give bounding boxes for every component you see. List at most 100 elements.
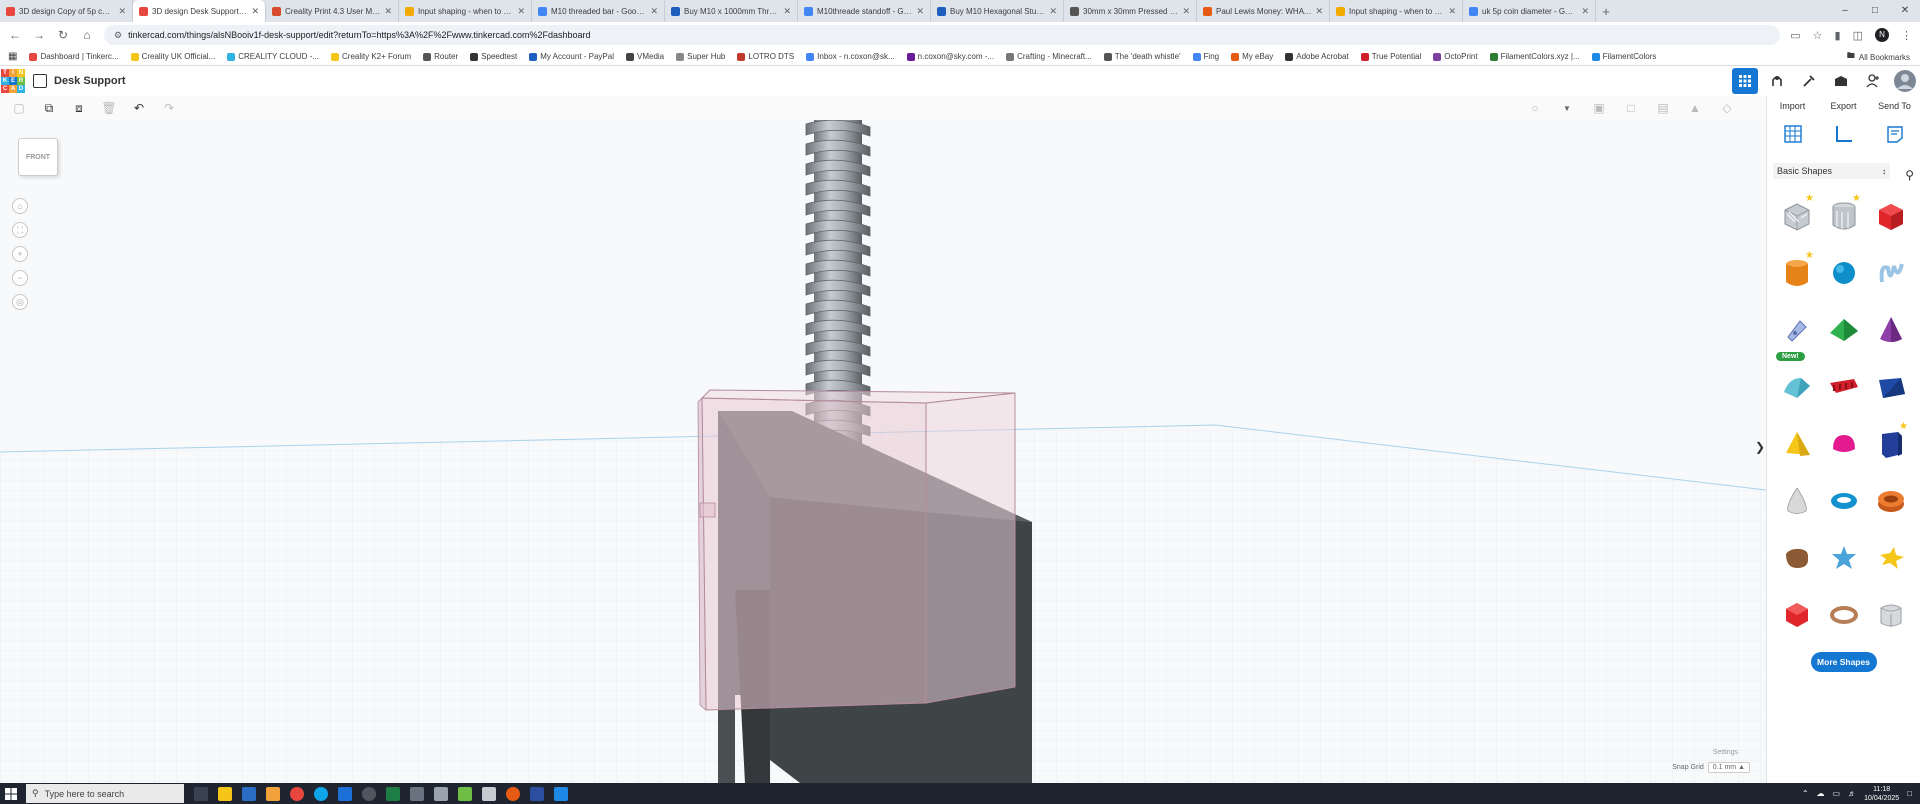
shape-sphere[interactable] [1820, 254, 1867, 292]
workplane-icon[interactable] [1778, 121, 1808, 147]
task-view-icon[interactable] [194, 786, 208, 801]
new-tab-icon[interactable]: + [1596, 4, 1616, 19]
tab-close-icon[interactable]: ✕ [251, 6, 259, 17]
app-icon-green[interactable] [458, 786, 472, 801]
bookmark-item[interactable]: Creality K2+ Forum [331, 52, 411, 61]
tab-close-icon[interactable]: ✕ [1581, 6, 1589, 17]
browser-tab[interactable]: Input shaping - when to redo ✕ [1330, 0, 1463, 22]
shape-ring[interactable] [1820, 596, 1867, 634]
tab-close-icon[interactable]: ✕ [1182, 6, 1190, 17]
shape-rock[interactable] [1773, 539, 1820, 577]
app-icon-dark[interactable] [362, 786, 376, 801]
bookmark-star-icon[interactable]: ☆ [1813, 29, 1823, 42]
dropdown-chevron-icon[interactable]: ▼ [1558, 99, 1576, 117]
bookmark-item[interactable]: VMedia [626, 52, 664, 61]
bookmark-item[interactable]: Router [423, 52, 458, 61]
notes-icon[interactable] [1880, 121, 1910, 147]
browser-tab[interactable]: Paul Lewis Money: WHAT A STI ✕ [1197, 0, 1330, 22]
tab-close-icon[interactable]: ✕ [916, 6, 924, 17]
tray-cloud-icon[interactable]: ☁ [1817, 789, 1825, 798]
cast-icon[interactable]: ▭ [1790, 29, 1800, 42]
home-view-icon[interactable]: ⌂ [12, 198, 28, 214]
tab-close-icon[interactable]: ✕ [650, 6, 658, 17]
bookmark-item[interactable]: My Account - PayPal [529, 52, 614, 61]
back-icon[interactable]: ← [8, 28, 22, 42]
gallery-icon[interactable] [1828, 68, 1854, 94]
perspective-icon[interactable]: ◎ [12, 294, 28, 310]
reload-icon[interactable]: ↻ [56, 28, 70, 42]
bookmark-item[interactable]: CREALITY CLOUD -... [227, 52, 319, 61]
url-field[interactable]: ⚙ tinkercad.com/things/alsNBooiv1f-desk-… [104, 25, 1781, 45]
duplicate-icon[interactable]: ⧈ [70, 99, 88, 117]
send-to-button[interactable]: Send To [1873, 101, 1917, 111]
snap-grid-value[interactable]: 0.1 mm ▲ [1707, 762, 1750, 773]
settings-link[interactable]: Settings [1713, 749, 1738, 756]
group-icon[interactable]: ▣ [1590, 99, 1608, 117]
new-shape-icon[interactable]: ▢ [10, 99, 28, 117]
taskbar-search[interactable]: ⚲ Type here to search [26, 784, 184, 803]
app-icon-edit[interactable] [530, 786, 544, 801]
windows-start-icon[interactable] [0, 783, 22, 804]
bookmark-item[interactable]: FilamentColors [1591, 52, 1656, 61]
shape-polygon[interactable]: ★ [1867, 421, 1914, 463]
shape-roof[interactable] [1820, 311, 1867, 349]
bookmark-item[interactable]: Crafting - Minecraft... [1006, 52, 1092, 61]
apps-icon[interactable]: ▦ [8, 51, 17, 62]
app-icon-c[interactable] [338, 786, 352, 801]
add-user-icon[interactable] [1860, 68, 1886, 94]
browser-tab[interactable]: 30mm x 30mm Pressed Steel C ✕ [1064, 0, 1197, 22]
file-explorer-icon[interactable] [218, 786, 232, 801]
shape-round-roof[interactable] [1773, 368, 1820, 406]
shape-box-hole[interactable]: ★ [1773, 193, 1820, 235]
align-icon[interactable]: ▤ [1654, 99, 1672, 117]
store-icon[interactable] [266, 786, 280, 801]
calculator-icon[interactable] [410, 786, 424, 801]
shape-half-sphere[interactable] [1820, 425, 1867, 463]
menu-icon[interactable]: ⋮ [1901, 29, 1912, 42]
design-title[interactable]: Desk Support [54, 75, 126, 87]
import-button[interactable]: Import [1771, 101, 1815, 111]
grid-view-icon[interactable] [1732, 68, 1758, 94]
bookmark-item[interactable]: FilamentColors.xyz |... [1489, 52, 1580, 61]
app-icon-up[interactable] [482, 786, 496, 801]
snap-grid[interactable]: Snap Grid 0.1 mm ▲ [1672, 762, 1750, 773]
profile-avatar[interactable]: N [1875, 28, 1889, 42]
excel-icon[interactable] [386, 786, 400, 801]
bookmark-item[interactable]: Fing [1192, 52, 1219, 61]
app-icon-blue[interactable] [554, 786, 568, 801]
shape-star[interactable] [1820, 539, 1867, 577]
forward-icon[interactable]: → [32, 28, 46, 42]
shape-torus[interactable] [1820, 482, 1867, 520]
more-shapes-button[interactable]: More Shapes [1810, 652, 1877, 672]
browser-tab[interactable]: Buy M10 Hexagonal Stud Conn ✕ [931, 0, 1064, 22]
shape-sketch-new[interactable]: New! [1773, 311, 1820, 361]
workplane-viewport[interactable]: FRONT ⌂ ⛶ + − ◎ Settings Snap Grid 0.1 m… [0, 120, 1766, 783]
redo-icon[interactable]: ↷ [160, 99, 178, 117]
shape-scribble[interactable] [1867, 254, 1914, 292]
shape-wedge[interactable] [1867, 368, 1914, 406]
bookmark-item[interactable]: OctoPrint [1433, 52, 1478, 61]
browser-tab[interactable]: Input shaping - when to redo ✕ [399, 0, 532, 22]
close-window-icon[interactable]: ✕ [1890, 0, 1920, 22]
chrome-icon[interactable] [290, 786, 304, 801]
user-avatar[interactable] [1892, 68, 1918, 94]
bookmark-item[interactable]: The 'death whistle' [1103, 52, 1181, 61]
cruise-icon[interactable]: ◇ [1718, 99, 1736, 117]
bookmark-item[interactable]: n.coxon@sky.com -... [906, 52, 994, 61]
blocks-icon[interactable] [1764, 68, 1790, 94]
bookmark-item[interactable]: Super Hub [676, 52, 725, 61]
bookmark-item[interactable]: Creality UK Official... [130, 52, 215, 61]
ungroup-icon[interactable]: □ [1622, 99, 1640, 117]
tab-close-icon[interactable]: ✕ [783, 6, 791, 17]
shape-tube[interactable] [1867, 482, 1914, 520]
shape-text[interactable] [1820, 368, 1867, 406]
shape-box[interactable] [1867, 197, 1914, 235]
bookmark-item[interactable]: Speedtest [470, 52, 517, 61]
browser-tab[interactable]: Creality Print 4.3 User Manual✕ [266, 0, 399, 22]
bookmark-item[interactable]: Adobe Acrobat [1285, 52, 1349, 61]
ruler-icon[interactable] [1829, 121, 1859, 147]
minimize-icon[interactable]: – [1830, 0, 1860, 22]
browser-tab[interactable]: 3D design Desk Support - Tinkercad ✕ [133, 0, 266, 22]
photos-icon[interactable] [242, 786, 256, 801]
maximize-icon[interactable]: □ [1860, 0, 1890, 22]
